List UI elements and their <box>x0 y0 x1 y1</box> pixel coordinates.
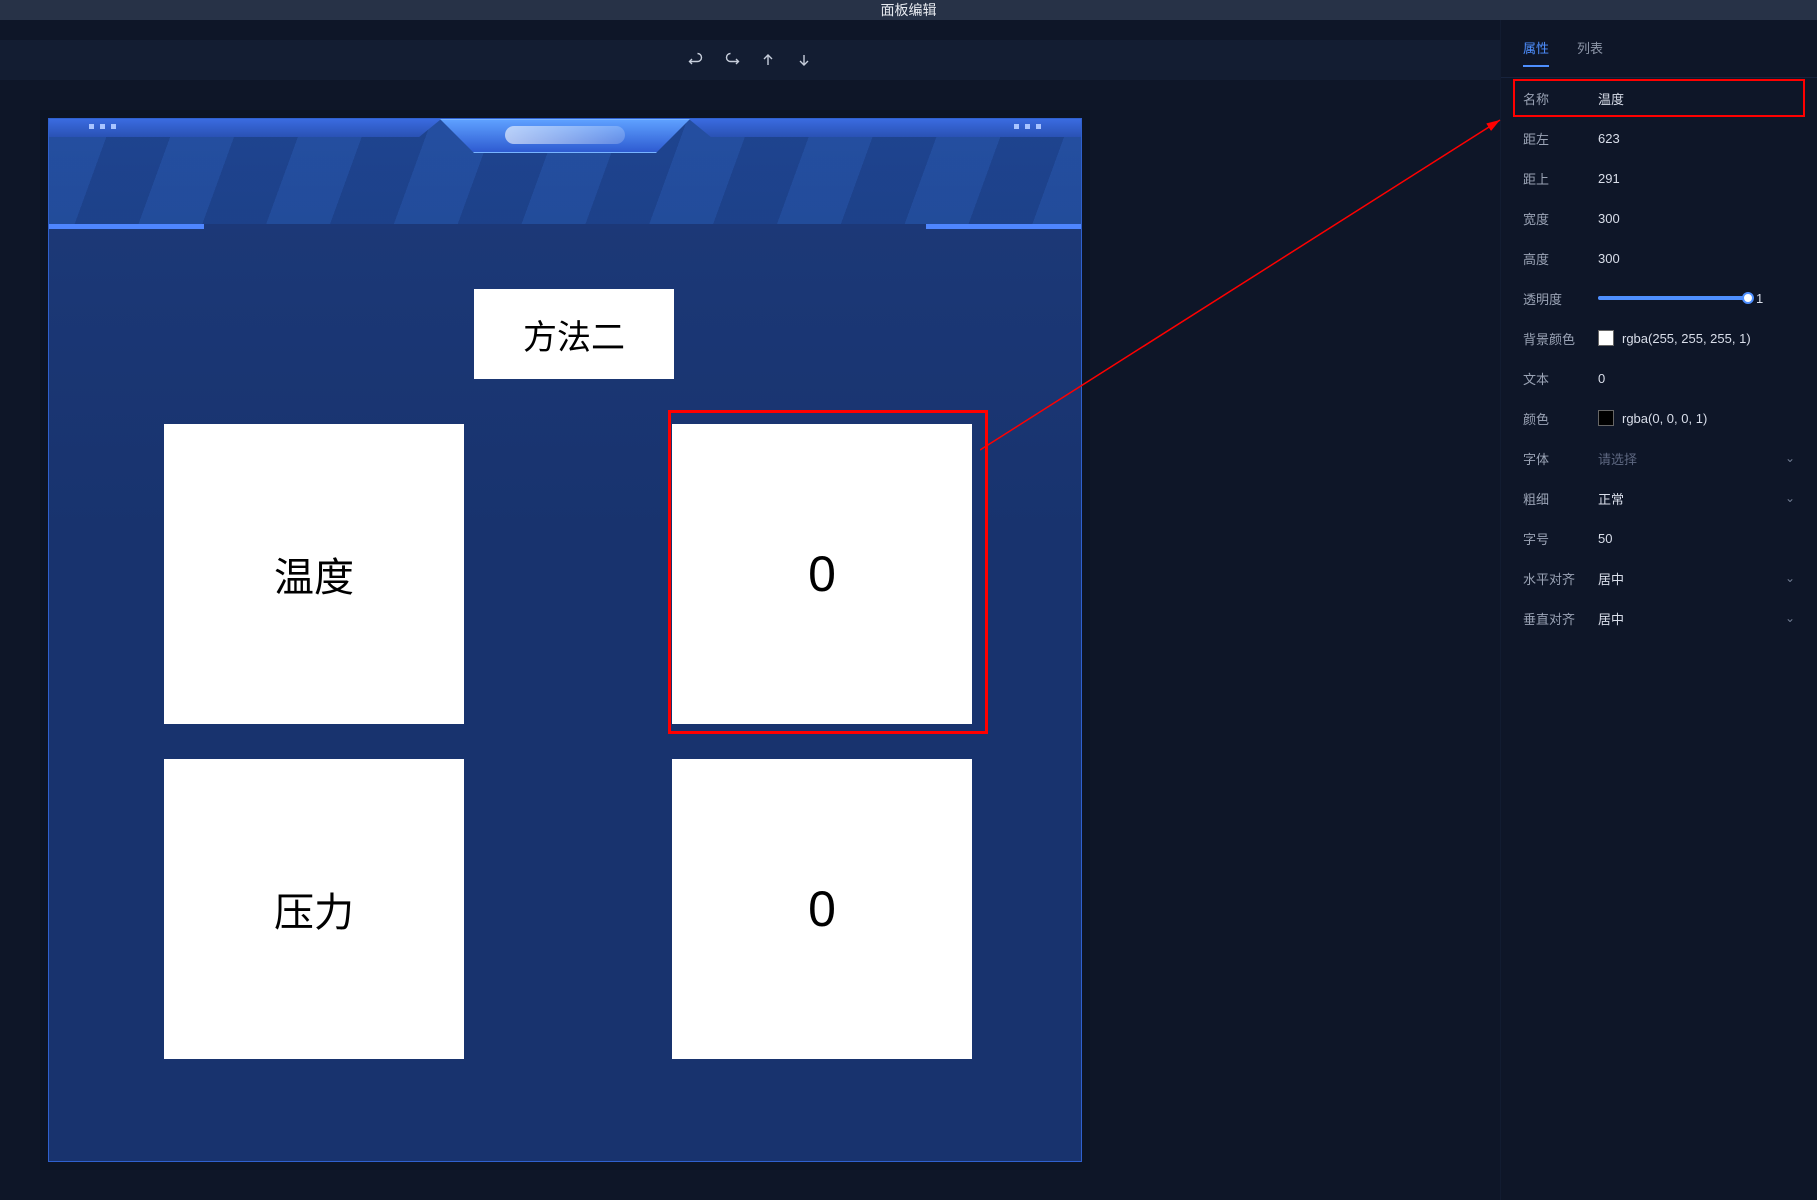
ruler-horizontal <box>40 110 1090 114</box>
prop-top: 距上 <box>1501 158 1817 198</box>
opacity-value: 1 <box>1756 291 1763 306</box>
prop-bgcolor: 背景颜色 rgba(255, 255, 255, 1) <box>1501 318 1817 358</box>
block-press-value[interactable]: 0 <box>672 759 972 1059</box>
prop-height-label: 高度 <box>1523 249 1588 268</box>
ruler-vertical <box>40 110 44 1170</box>
prop-size-input[interactable] <box>1598 531 1795 546</box>
arrow-up-icon[interactable] <box>760 52 776 68</box>
bgcolor-swatch[interactable] <box>1598 330 1614 346</box>
prop-opacity: 透明度 1 <box>1501 278 1817 318</box>
prop-name: 名称 <box>1501 78 1817 118</box>
title-text: 面板编辑 <box>881 0 937 20</box>
color-value: rgba(0, 0, 0, 1) <box>1622 411 1707 426</box>
prop-valign[interactable]: 垂直对齐 居中 ⌄ <box>1501 598 1817 638</box>
prop-halign[interactable]: 水平对齐 居中 ⌄ <box>1501 558 1817 598</box>
prop-font-label: 字体 <box>1523 449 1588 468</box>
prop-halign-label: 水平对齐 <box>1523 569 1588 588</box>
prop-width: 宽度 <box>1501 198 1817 238</box>
prop-height-input[interactable] <box>1598 251 1795 266</box>
prop-width-label: 宽度 <box>1523 209 1588 228</box>
prop-top-input[interactable] <box>1598 171 1795 186</box>
prop-font[interactable]: 字体 请选择 ⌄ <box>1501 438 1817 478</box>
prop-top-label: 距上 <box>1523 169 1588 188</box>
opacity-slider[interactable] <box>1598 296 1748 300</box>
prop-bgcolor-label: 背景颜色 <box>1523 329 1588 348</box>
prop-text-input[interactable] <box>1598 371 1795 386</box>
prop-color: 颜色 rgba(0, 0, 0, 1) <box>1501 398 1817 438</box>
prop-opacity-label: 透明度 <box>1523 289 1588 308</box>
chevron-down-icon: ⌄ <box>1785 571 1795 585</box>
block-title[interactable]: 方法二 <box>474 289 674 379</box>
properties-panel: 属性 列表 名称 距左 距上 宽度 高度 <box>1500 20 1817 1200</box>
tab-list[interactable]: 列表 <box>1577 38 1603 67</box>
canvas-frame: 方法二 温度 0 压力 0 <box>40 110 1090 1170</box>
prop-halign-value: 居中 <box>1598 569 1624 588</box>
prop-weight-value: 正常 <box>1598 489 1624 508</box>
prop-color-label: 颜色 <box>1523 409 1588 428</box>
prop-size-label: 字号 <box>1523 529 1588 548</box>
title-bar: 面板编辑 <box>0 0 1817 20</box>
prop-weight[interactable]: 粗细 正常 ⌄ <box>1501 478 1817 518</box>
canvas-toolbar <box>0 40 1500 80</box>
prop-text: 文本 <box>1501 358 1817 398</box>
color-swatch[interactable] <box>1598 410 1614 426</box>
decorative-banner <box>49 119 1081 224</box>
prop-name-label: 名称 <box>1523 89 1588 108</box>
prop-left: 距左 <box>1501 118 1817 158</box>
prop-text-label: 文本 <box>1523 369 1588 388</box>
chevron-down-icon: ⌄ <box>1785 491 1795 505</box>
prop-valign-value: 居中 <box>1598 609 1624 628</box>
canvas[interactable]: 方法二 温度 0 压力 0 <box>48 118 1082 1162</box>
prop-valign-label: 垂直对齐 <box>1523 609 1588 628</box>
chevron-down-icon: ⌄ <box>1785 611 1795 625</box>
prop-height: 高度 <box>1501 238 1817 278</box>
block-temp-label[interactable]: 温度 <box>164 424 464 724</box>
prop-left-input[interactable] <box>1598 131 1795 146</box>
chevron-down-icon: ⌄ <box>1785 451 1795 465</box>
prop-width-input[interactable] <box>1598 211 1795 226</box>
prop-weight-label: 粗细 <box>1523 489 1588 508</box>
block-press-label[interactable]: 压力 <box>164 759 464 1059</box>
tab-properties[interactable]: 属性 <box>1523 38 1549 67</box>
prop-left-label: 距左 <box>1523 129 1588 148</box>
bgcolor-value: rgba(255, 255, 255, 1) <box>1622 331 1751 346</box>
prop-name-input[interactable] <box>1598 91 1795 106</box>
undo-icon[interactable] <box>688 52 704 68</box>
editor-area: 方法二 温度 0 压力 0 <box>0 20 1500 1200</box>
redo-icon[interactable] <box>724 52 740 68</box>
arrow-down-icon[interactable] <box>796 52 812 68</box>
prop-size: 字号 <box>1501 518 1817 558</box>
panel-tabs: 属性 列表 <box>1501 38 1817 78</box>
prop-font-placeholder: 请选择 <box>1598 449 1637 468</box>
block-temp-value[interactable]: 0 <box>672 424 972 724</box>
